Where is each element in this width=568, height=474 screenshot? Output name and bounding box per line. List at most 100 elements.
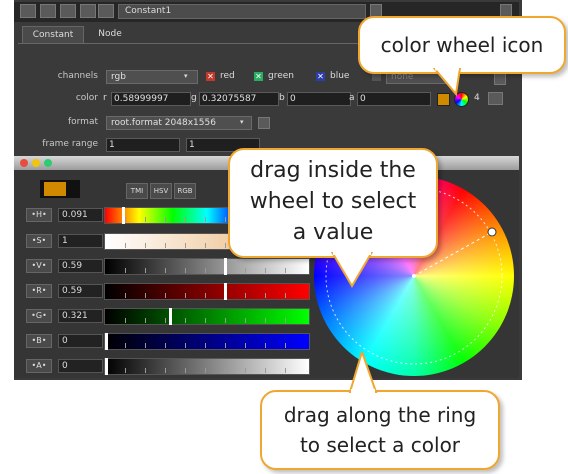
slider-value-v[interactable]: 0.59 [58, 259, 103, 273]
callout-line: to select a color [299, 433, 461, 457]
slider-value-b[interactable]: 0 [58, 334, 103, 348]
dots-icon[interactable] [80, 4, 96, 18]
format-menu-icon[interactable] [258, 117, 270, 129]
slider-thumb[interactable] [122, 207, 126, 224]
slider-tick [285, 318, 286, 323]
slider-g[interactable] [104, 308, 310, 325]
slider-r[interactable] [104, 283, 310, 300]
slider-tick [205, 243, 206, 248]
slider-tick [245, 318, 246, 323]
eye-icon[interactable] [40, 4, 56, 18]
chevron-down-icon: ▾ [184, 72, 188, 80]
slider-value-a[interactable]: 0 [58, 359, 103, 373]
green-label: green [268, 71, 294, 81]
channels-label: channels [57, 71, 98, 81]
slider-tick [145, 268, 146, 273]
slider-thumb[interactable] [224, 258, 228, 275]
slider-tick [165, 217, 166, 222]
slider-value-g[interactable]: 0.321 [58, 309, 103, 323]
slider-tick [185, 268, 186, 273]
menu-icon[interactable] [20, 4, 36, 18]
slider-tick [225, 243, 226, 248]
slider-tick [245, 268, 246, 273]
mode-hsv-button[interactable]: HSV [150, 183, 172, 199]
slider-tick [265, 318, 266, 323]
mode-rgb-button[interactable]: RGB [174, 183, 196, 199]
slider-tick [225, 217, 226, 222]
slider-tick [125, 343, 126, 348]
slider-tick [225, 368, 226, 373]
slider-label-v[interactable]: •V• [26, 259, 52, 273]
channel-count: 4 [474, 93, 480, 103]
slider-tick [145, 318, 146, 323]
slider-tick [185, 217, 186, 222]
slider-thumb[interactable] [224, 283, 228, 300]
slider-tick [185, 243, 186, 248]
slider-tick [125, 243, 126, 248]
slider-a[interactable] [104, 358, 310, 375]
slider-tick [145, 243, 146, 248]
frame-range-start-field[interactable]: 1 [106, 138, 180, 152]
settings-icon[interactable] [98, 4, 114, 18]
callout-drag-ring: drag along the ring to select a color [260, 390, 500, 470]
callout-line: drag along the ring [283, 403, 477, 427]
slider-tick [265, 368, 266, 373]
slider-tick [165, 318, 166, 323]
slider-thumb[interactable] [105, 358, 108, 375]
slider-tick [165, 243, 166, 248]
slider-tick [205, 217, 206, 222]
callout-text: color wheel icon [380, 33, 544, 57]
format-dropdown[interactable]: root.format 2048x1556 [106, 116, 252, 130]
node-name-field[interactable]: Constant1 [118, 4, 366, 19]
slider-label-s[interactable]: •S• [26, 234, 52, 248]
slider-tick [165, 368, 166, 373]
close-icon[interactable] [20, 159, 28, 167]
slider-tick [165, 293, 166, 298]
slider-tick [145, 293, 146, 298]
slider-tick [285, 368, 286, 373]
slider-tick [205, 368, 206, 373]
r-label: r [103, 93, 107, 103]
blue-checkbox[interactable]: ✕ [316, 72, 325, 81]
format-label: format [67, 117, 98, 127]
callout-pointer [432, 68, 462, 97]
slider-tick [205, 293, 206, 298]
slider-tick [245, 343, 246, 348]
minimize-icon[interactable] [32, 159, 40, 167]
slider-v[interactable] [104, 258, 310, 275]
curve-icon[interactable] [488, 92, 503, 105]
link-icon[interactable] [60, 4, 76, 18]
slider-tick [125, 293, 126, 298]
a-value-field[interactable]: 0 [357, 92, 431, 106]
current-color-swatch [44, 182, 66, 196]
slider-tick [165, 268, 166, 273]
r-value-field[interactable]: 0.58999997 [111, 92, 191, 106]
color-label: color [75, 93, 98, 103]
tab-constant[interactable]: Constant [22, 26, 84, 44]
slider-b[interactable] [104, 333, 310, 350]
b-value-field[interactable]: 0 [287, 92, 351, 106]
green-checkbox[interactable]: ✕ [254, 72, 263, 81]
tab-node[interactable]: Node [90, 26, 130, 43]
slider-label-b[interactable]: •B• [26, 334, 52, 348]
slider-value-s[interactable]: 1 [58, 234, 103, 248]
callout-line: wheel to select [249, 189, 417, 214]
g-label: g [191, 93, 197, 103]
slider-label-g[interactable]: •G• [26, 309, 52, 323]
callout-color-wheel-icon: color wheel icon [358, 16, 566, 74]
callout-pointer [348, 352, 378, 393]
slider-thumb[interactable] [169, 308, 173, 325]
slider-tick [205, 343, 206, 348]
maximize-icon[interactable] [44, 159, 52, 167]
slider-thumb[interactable] [105, 333, 108, 350]
slider-tick [185, 318, 186, 323]
slider-label-a[interactable]: •A• [26, 359, 52, 373]
mode-tmi-button[interactable]: TMI [126, 183, 148, 199]
g-value-field[interactable]: 0.32075587 [199, 92, 279, 106]
red-checkbox[interactable]: ✕ [206, 72, 215, 81]
slider-tick [145, 217, 146, 222]
slider-label-r[interactable]: •R• [26, 284, 52, 298]
slider-value-r[interactable]: 0.59 [58, 284, 103, 298]
slider-label-h[interactable]: •H• [26, 208, 52, 222]
slider-value-h[interactable]: 0.091 [58, 208, 103, 222]
